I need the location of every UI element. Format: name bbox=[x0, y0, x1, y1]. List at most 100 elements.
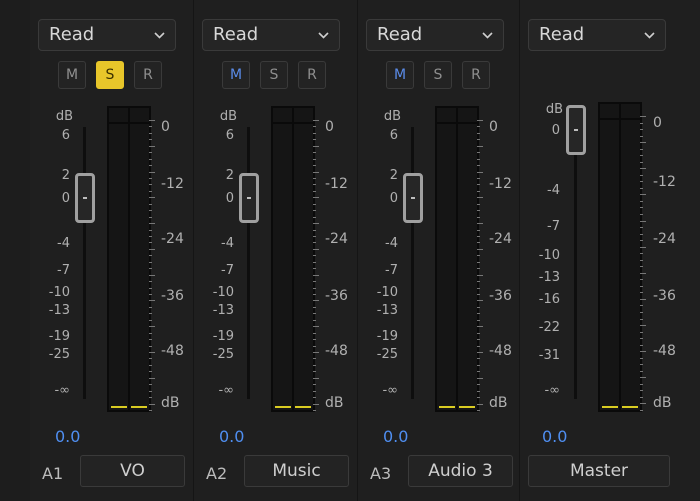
chevron-down-icon bbox=[318, 30, 329, 41]
solo-button[interactable]: S bbox=[424, 61, 452, 89]
meter-tick bbox=[477, 152, 480, 153]
record-button[interactable]: R bbox=[298, 61, 326, 89]
meter-tick bbox=[477, 378, 483, 379]
meter-tick bbox=[477, 159, 480, 160]
level-meter bbox=[107, 106, 151, 412]
automation-mode-dropdown[interactable]: Read bbox=[38, 19, 176, 51]
meter-tick bbox=[313, 352, 319, 353]
volume-readout[interactable]: 0.0 bbox=[542, 427, 567, 446]
meter-tick bbox=[313, 152, 316, 153]
track-name-field[interactable]: Music bbox=[244, 455, 349, 487]
meter-tick bbox=[640, 397, 643, 398]
meter-tick bbox=[313, 210, 316, 211]
meter-tick bbox=[477, 397, 480, 398]
volume-readout[interactable]: 0.0 bbox=[383, 427, 408, 446]
meter-tick bbox=[149, 262, 152, 263]
automation-mode-dropdown[interactable]: Read bbox=[366, 19, 504, 51]
meter-tick bbox=[640, 168, 646, 169]
meter-tick bbox=[149, 146, 155, 147]
meter-tick bbox=[313, 204, 316, 205]
automation-mode-dropdown[interactable]: Read bbox=[202, 19, 340, 51]
meter-tick bbox=[313, 339, 316, 340]
meter-tick bbox=[313, 172, 319, 173]
meter-ticks bbox=[313, 120, 319, 410]
automation-mode-dropdown[interactable]: Read bbox=[528, 19, 666, 51]
meter-tick bbox=[313, 288, 316, 289]
volume-readout[interactable]: 0.0 bbox=[219, 427, 244, 446]
meter-tick bbox=[640, 247, 646, 248]
meter-tick bbox=[313, 184, 316, 185]
mute-button[interactable]: M bbox=[58, 61, 86, 89]
meter-tick bbox=[640, 390, 643, 391]
meter-tick bbox=[149, 139, 152, 140]
meter-tick bbox=[640, 377, 646, 378]
meter-tick bbox=[149, 384, 152, 385]
meter-tick bbox=[149, 397, 152, 398]
volume-fader-handle[interactable] bbox=[75, 173, 95, 223]
chevron-down-icon bbox=[482, 30, 493, 41]
channel-strip-a2: Read M S R dB 6 2 0 -4 -7 -10 -13 -19 -2… bbox=[194, 0, 358, 501]
meter-tick bbox=[477, 339, 480, 340]
meter-tick bbox=[149, 217, 152, 218]
track-name-field[interactable]: Audio 3 bbox=[408, 455, 513, 487]
meter-tick bbox=[149, 275, 155, 276]
meter-tick bbox=[313, 139, 316, 140]
meter-tick bbox=[149, 346, 152, 347]
mute-button[interactable]: M bbox=[386, 61, 414, 89]
meter-tick bbox=[477, 358, 480, 359]
meter-tick bbox=[149, 326, 155, 327]
meter-tick bbox=[477, 268, 480, 269]
meter-tick bbox=[640, 136, 643, 137]
meter-tick bbox=[640, 214, 643, 215]
track-name-field[interactable]: Master bbox=[528, 455, 670, 487]
meter-tick bbox=[477, 191, 480, 192]
meter-tick bbox=[149, 120, 155, 121]
meter-tick bbox=[313, 320, 316, 321]
meter-tick bbox=[640, 142, 646, 143]
meter-tick bbox=[313, 384, 316, 385]
meter-tick bbox=[149, 288, 152, 289]
meter-tick bbox=[640, 410, 643, 411]
meter-tick bbox=[640, 325, 646, 326]
volume-fader-handle[interactable] bbox=[403, 173, 423, 223]
meter-tick bbox=[640, 162, 643, 163]
volume-fader-handle[interactable] bbox=[239, 173, 259, 223]
meter-tick bbox=[477, 172, 483, 173]
meter-tick bbox=[313, 307, 316, 308]
meter-tick bbox=[477, 320, 480, 321]
meter-tick bbox=[477, 236, 480, 237]
record-button[interactable]: R bbox=[462, 61, 490, 89]
meter-tick bbox=[313, 249, 319, 250]
meter-tick bbox=[640, 201, 643, 202]
meter-tick bbox=[477, 300, 483, 301]
meter-tick bbox=[149, 320, 152, 321]
meter-tick bbox=[640, 266, 643, 267]
meter-tick bbox=[149, 230, 152, 231]
meter-tick bbox=[477, 307, 480, 308]
volume-fader-handle[interactable] bbox=[566, 105, 586, 155]
meter-tick bbox=[640, 292, 643, 293]
meter-tick bbox=[640, 123, 643, 124]
meter-tick bbox=[313, 159, 316, 160]
meter-tick bbox=[640, 332, 643, 333]
solo-button[interactable]: S bbox=[96, 61, 124, 89]
meter-tick bbox=[313, 178, 316, 179]
track-label: A1 bbox=[42, 464, 63, 483]
meter-tick bbox=[477, 404, 483, 405]
meter-tick bbox=[313, 391, 316, 392]
meter-tick bbox=[640, 227, 643, 228]
volume-readout[interactable]: 0.0 bbox=[55, 427, 80, 446]
meter-tick bbox=[313, 165, 316, 166]
meter-tick bbox=[477, 133, 480, 134]
meter-tick bbox=[313, 223, 319, 224]
meter-tick bbox=[640, 253, 643, 254]
mute-button[interactable]: M bbox=[222, 61, 250, 89]
record-button[interactable]: R bbox=[134, 61, 162, 89]
meter-tick bbox=[477, 326, 483, 327]
solo-button[interactable]: S bbox=[260, 61, 288, 89]
meter-tick bbox=[640, 129, 643, 130]
track-name-field[interactable]: VO bbox=[80, 455, 185, 487]
meter-tick bbox=[313, 268, 316, 269]
meter-tick bbox=[640, 371, 643, 372]
meter-tick bbox=[149, 197, 155, 198]
